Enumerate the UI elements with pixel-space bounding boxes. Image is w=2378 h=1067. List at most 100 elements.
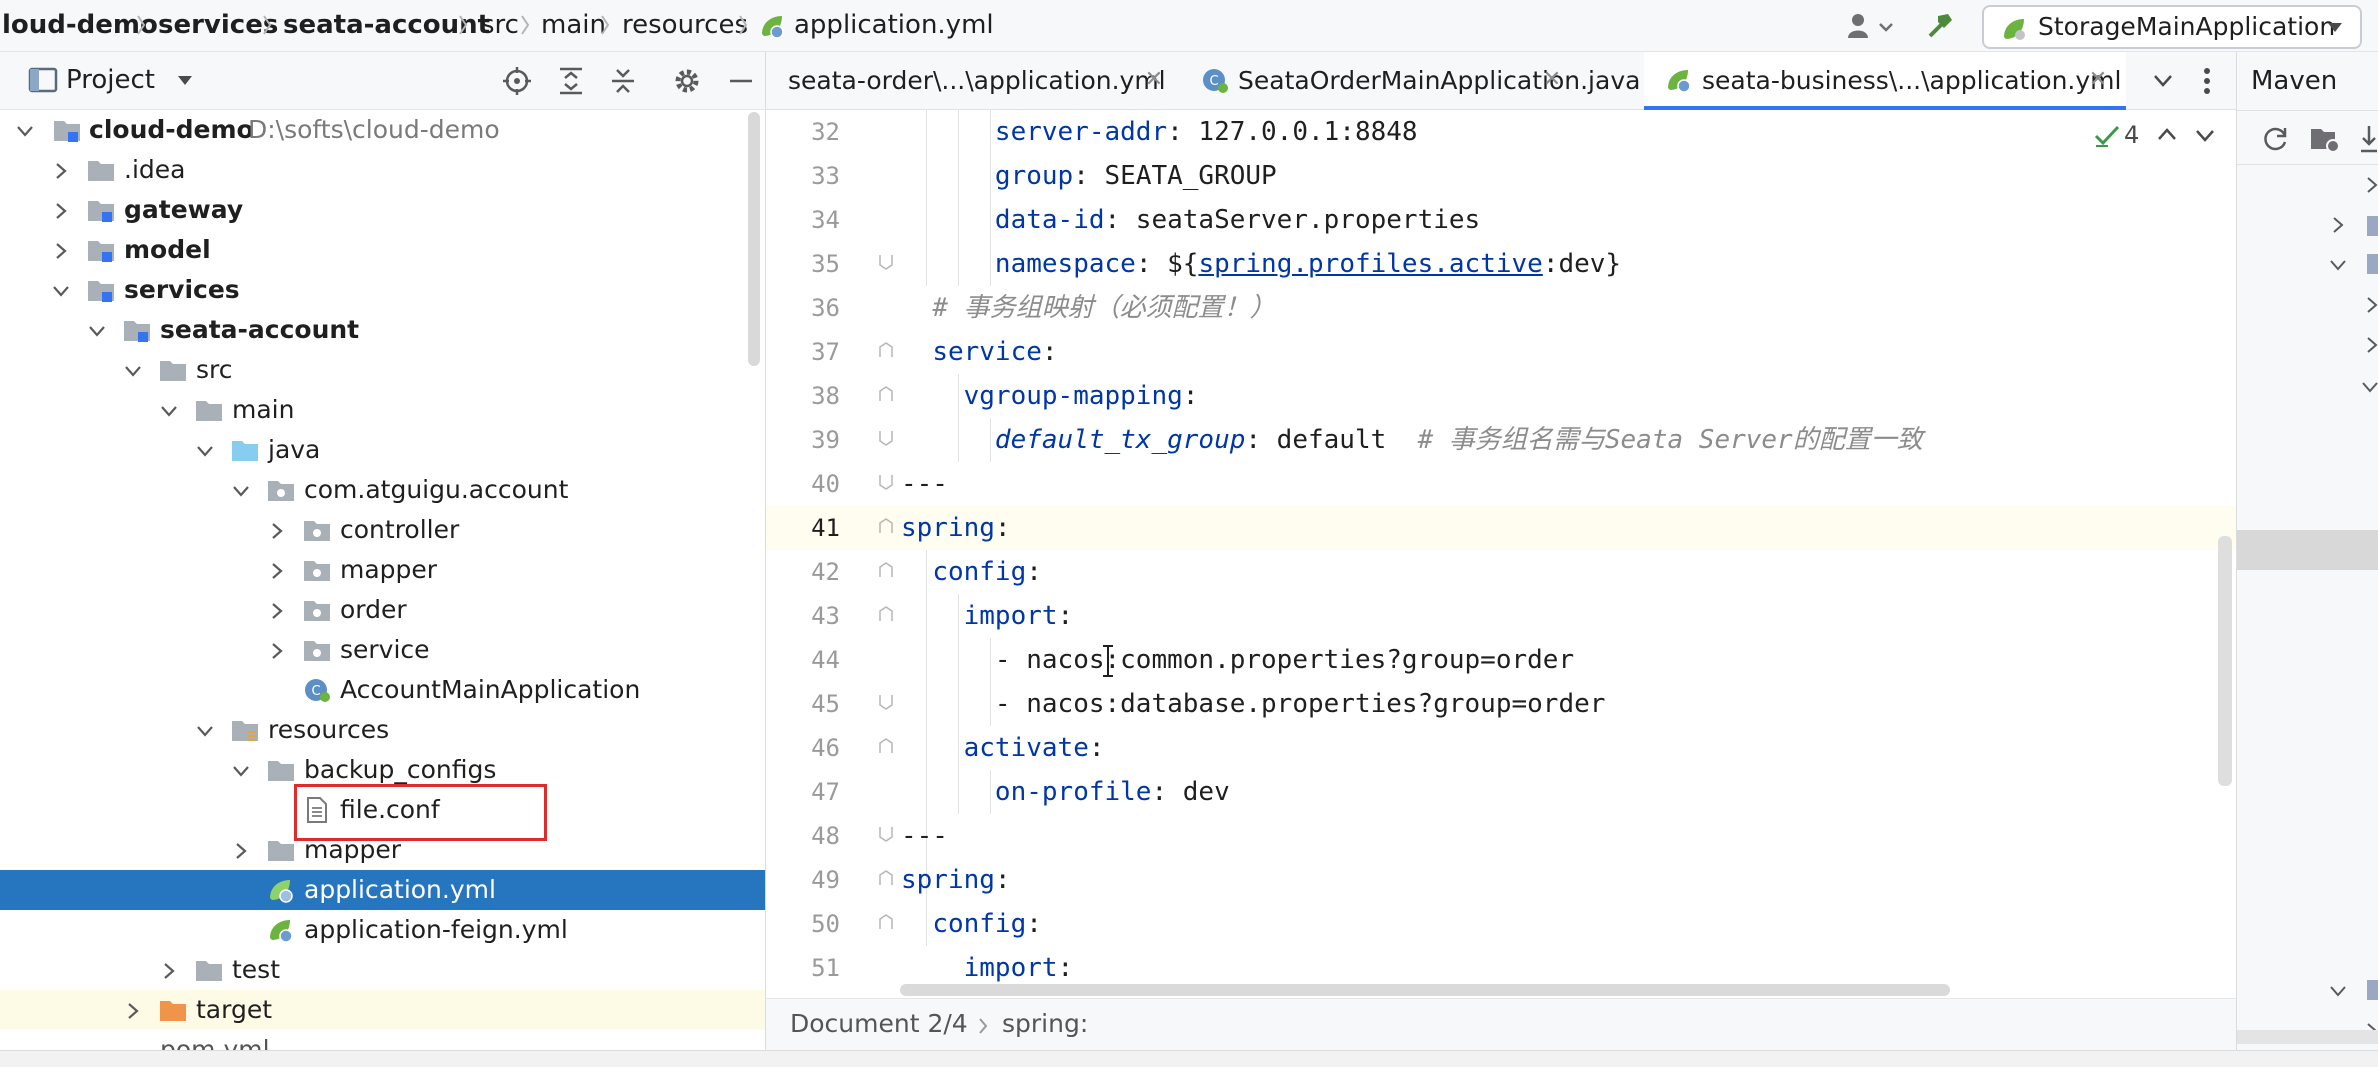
locate-file-icon[interactable] [502, 66, 532, 96]
breadcrumb-item-services[interactable]: services [158, 8, 278, 42]
breadcrumb-item-resources[interactable]: resources [622, 8, 748, 42]
fold-marker-icon[interactable] [878, 385, 894, 403]
tree-node-target[interactable]: target [0, 990, 765, 1030]
chevron-right-icon[interactable] [2365, 336, 2378, 354]
tree-node-service[interactable]: service [0, 630, 765, 670]
code-editor[interactable]: 32 33 34 35 36 37 38 39 40 41 42 43 44 4… [766, 110, 2236, 998]
chevron-right-icon[interactable] [232, 842, 250, 860]
build-hammer-icon[interactable] [1924, 10, 1956, 42]
tree-node-src[interactable]: src [0, 350, 765, 390]
fold-marker-icon[interactable] [878, 693, 894, 711]
document-indicator[interactable]: Document 2/4 [790, 1007, 968, 1041]
tree-node-order[interactable]: order [0, 590, 765, 630]
hide-panel-icon[interactable] [728, 66, 754, 96]
chevron-down-icon[interactable] [160, 402, 178, 420]
fold-marker-icon[interactable] [878, 341, 894, 359]
chevron-down-icon[interactable] [196, 442, 214, 460]
more-options-icon[interactable] [2202, 66, 2212, 96]
next-problem-icon[interactable] [2194, 128, 2216, 144]
chevron-right-icon[interactable] [2365, 176, 2378, 194]
tree-node-cloud-demo[interactable]: cloud-demo D:\softs\cloud-demo [0, 110, 765, 150]
chevron-down-icon[interactable] [232, 482, 250, 500]
tree-node-account-main-application[interactable]: C AccountMainApplication [0, 670, 765, 710]
tab-seata-order-application-yml[interactable]: seata-order\...\application.yml ✕ [766, 52, 1178, 110]
breadcrumb-item-main[interactable]: main [541, 8, 606, 42]
tree-node-seata-account[interactable]: seata-account [0, 310, 765, 350]
project-scrollbar[interactable] [748, 112, 760, 366]
tree-node-resources[interactable]: resources [0, 710, 765, 750]
collapse-all-icon[interactable] [608, 66, 638, 96]
tree-node-controller[interactable]: controller [0, 510, 765, 550]
close-icon[interactable]: ✕ [1540, 68, 1564, 92]
tree-node-idea[interactable]: .idea [0, 150, 765, 190]
chevron-down-icon[interactable] [88, 322, 106, 340]
chevron-right-icon[interactable] [160, 962, 178, 980]
close-icon[interactable]: ✕ [2086, 68, 2110, 92]
chevron-right-icon[interactable] [2365, 296, 2378, 314]
expand-all-icon[interactable] [556, 66, 586, 96]
chevron-down-icon[interactable] [16, 122, 34, 140]
maven-scrollbar[interactable] [2237, 1030, 2378, 1044]
chevron-down-icon[interactable] [232, 762, 250, 780]
view-mode-dropdown-icon[interactable] [176, 74, 194, 88]
tree-node-java[interactable]: java [0, 430, 765, 470]
breadcrumb-item-project[interactable]: loud-demo [2, 8, 158, 42]
horizontal-scrollbar[interactable] [900, 984, 1950, 996]
tree-node-application-feign-yml[interactable]: application-feign.yml [0, 910, 765, 950]
chevron-down-icon[interactable] [2329, 256, 2347, 274]
tree-node-application-yml[interactable]: application.yml [0, 870, 765, 910]
tree-node-pom[interactable]: pom.yml [0, 1030, 765, 1050]
inspection-ok-icon[interactable] [2094, 124, 2120, 148]
chevron-down-icon[interactable] [2152, 72, 2174, 90]
chevron-down-icon[interactable] [52, 282, 70, 300]
tree-node-mapper[interactable]: mapper [0, 550, 765, 590]
project-tree: cloud-demo D:\softs\cloud-demo .idea gat… [0, 110, 766, 1050]
fold-marker-icon[interactable] [878, 825, 894, 843]
close-icon[interactable]: ✕ [1142, 68, 1166, 92]
java-class-icon: C [305, 679, 330, 702]
profile-placeholder-link[interactable]: spring.profiles.active [1198, 249, 1542, 279]
run-configuration-select[interactable]: StorageMainApplication [1982, 5, 2362, 49]
fold-marker-icon[interactable] [878, 253, 894, 271]
breadcrumb-item-file[interactable]: application.yml [794, 8, 994, 42]
breadcrumb-item-src[interactable]: src [481, 8, 519, 42]
add-maven-project-icon[interactable] [2309, 124, 2341, 154]
vertical-scrollbar[interactable] [2218, 536, 2232, 786]
tree-node-test[interactable]: test [0, 950, 765, 990]
fold-marker-icon[interactable] [878, 429, 894, 447]
previous-problem-icon[interactable] [2156, 126, 2178, 142]
tree-node-main[interactable]: main [0, 390, 765, 430]
user-account-icon[interactable] [1846, 12, 1896, 40]
chevron-down-icon[interactable] [2361, 378, 2378, 396]
tree-node-gateway[interactable]: gateway [0, 190, 765, 230]
tab-seata-business-application-yml[interactable]: seata-business\...\application.yml ✕ [1644, 52, 2126, 110]
structure-node[interactable]: spring: [1002, 1007, 1088, 1041]
gear-icon[interactable] [672, 66, 702, 96]
fold-marker-icon[interactable] [878, 869, 894, 887]
chevron-right-icon[interactable] [268, 602, 286, 620]
fold-marker-icon[interactable] [878, 517, 894, 535]
fold-marker-icon[interactable] [878, 605, 894, 623]
fold-marker-icon[interactable] [878, 473, 894, 491]
chevron-right-icon[interactable] [124, 1002, 142, 1020]
reload-icon[interactable] [2261, 124, 2291, 154]
chevron-right-icon[interactable] [2329, 216, 2347, 234]
chevron-right-icon[interactable] [52, 202, 70, 220]
chevron-down-icon[interactable] [196, 722, 214, 740]
tree-node-services[interactable]: services [0, 270, 765, 310]
chevron-down-icon[interactable] [124, 362, 142, 380]
fold-marker-icon[interactable] [878, 737, 894, 755]
maven-selected-row[interactable] [2237, 530, 2378, 570]
tree-node-package[interactable]: com.atguigu.account [0, 470, 765, 510]
chevron-right-icon[interactable] [52, 162, 70, 180]
chevron-right-icon[interactable] [268, 562, 286, 580]
chevron-down-icon[interactable] [2329, 982, 2347, 1000]
fold-marker-icon[interactable] [878, 561, 894, 579]
chevron-right-icon[interactable] [52, 242, 70, 260]
tree-node-model[interactable]: model [0, 230, 765, 270]
download-icon[interactable] [2359, 124, 2378, 154]
chevron-right-icon[interactable] [268, 522, 286, 540]
fold-marker-icon[interactable] [878, 913, 894, 931]
tab-seata-order-main-application[interactable]: C SeataOrderMainApplication.java ✕ [1178, 52, 1640, 110]
chevron-right-icon[interactable] [268, 642, 286, 660]
